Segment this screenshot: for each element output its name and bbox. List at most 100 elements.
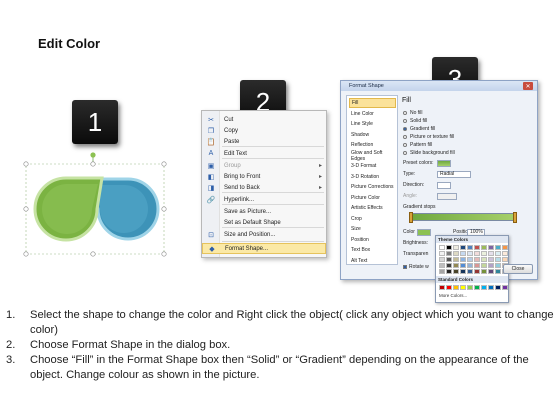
sidebar-item-line-style[interactable]: Line Style [349,119,396,129]
standard-color-swatch[interactable] [460,285,466,290]
theme-color-swatch[interactable] [460,263,466,268]
theme-color-swatch[interactable] [446,269,452,274]
theme-color-swatch[interactable] [495,257,501,262]
sidebar-item-glow-and-soft-edges[interactable]: Glow and Soft Edges [349,150,396,162]
close-icon[interactable]: ✕ [523,82,533,90]
sidebar-item-reflection[interactable]: Reflection [349,140,396,150]
theme-color-swatch[interactable] [467,245,473,250]
standard-color-swatch[interactable] [467,285,473,290]
sidebar-item-shadow[interactable]: Shadow [349,130,396,140]
gradient-stop-end[interactable] [513,212,517,223]
sidebar-item-text-box[interactable]: Text Box [349,245,396,255]
standard-color-swatch[interactable] [474,285,480,290]
menu-item-bring-to-front[interactable]: ◧ Bring to Front ▸ [202,171,326,182]
theme-color-swatch[interactable] [502,245,508,250]
sidebar-item-alt-text[interactable]: Alt Text [349,256,396,266]
theme-color-swatch[interactable] [467,263,473,268]
theme-color-swatch[interactable] [453,251,459,256]
gradient-slider[interactable] [409,212,517,223]
sidebar-item-line-color[interactable]: Line Color [349,109,396,119]
theme-color-swatch[interactable] [495,263,501,268]
theme-color-swatch[interactable] [446,263,452,268]
menu-item-group[interactable]: ▣ Group ▸ [202,160,326,171]
standard-color-swatch[interactable] [481,285,487,290]
theme-color-swatch[interactable] [453,257,459,262]
theme-color-swatch[interactable] [474,257,480,262]
theme-color-swatch[interactable] [488,257,494,262]
sidebar-item-picture-corrections[interactable]: Picture Corrections [349,182,396,192]
sidebar-item-3-d-rotation[interactable]: 3-D Rotation [349,172,396,182]
menu-item-format-shape[interactable]: ◆ Format Shape... [202,243,326,254]
menu-item-cut[interactable]: ✂ Cut [202,114,326,125]
theme-color-swatch[interactable] [439,251,445,256]
sidebar-item-3-d-format[interactable]: 3-D Format [349,161,396,171]
fill-option-solid-fill[interactable]: Solid fill [403,117,427,124]
sidebar-item-artistic-effects[interactable]: Artistic Effects [349,203,396,213]
theme-color-swatch[interactable] [474,251,480,256]
menu-item-edit-text[interactable]: A Edit Text [202,148,326,159]
rotate-handle[interactable] [90,152,96,158]
menu-item-send-to-back[interactable]: ◨ Send to Back ▸ [202,182,326,193]
direction-dropdown[interactable] [437,181,451,189]
theme-color-swatch[interactable] [467,269,473,274]
theme-color-swatch[interactable] [481,245,487,250]
menu-item-size-and-position[interactable]: ⊡ Size and Position... [202,229,326,240]
standard-color-swatch[interactable] [446,285,452,290]
more-colors-link[interactable]: More Colors... [436,292,508,299]
theme-color-swatch[interactable] [488,245,494,250]
theme-color-swatch[interactable] [474,245,480,250]
sidebar-item-size[interactable]: Size [349,224,396,234]
theme-color-swatch[interactable] [474,263,480,268]
menu-item-paste[interactable]: 📋 Paste [202,136,326,147]
theme-color-swatch[interactable] [460,269,466,274]
menu-item-hyperlink[interactable]: 🔗 Hyperlink... [202,194,326,205]
gradient-stop-start[interactable] [409,212,413,223]
theme-color-swatch[interactable] [439,245,445,250]
rotate-with-shape-checkbox[interactable]: Rotate w [403,263,429,271]
color-picker-button[interactable] [417,228,431,236]
fill-option-slide-background-fill[interactable]: Slide background fill [403,149,455,156]
standard-color-swatch[interactable] [502,285,508,290]
theme-color-swatch[interactable] [439,257,445,262]
sidebar-item-position[interactable]: Position [349,235,396,245]
angle-input[interactable] [437,192,457,200]
close-button[interactable]: Close [503,264,533,274]
menu-item-copy[interactable]: ❐ Copy [202,125,326,136]
theme-color-swatch[interactable] [460,245,466,250]
theme-color-swatch[interactable] [488,251,494,256]
theme-color-swatch[interactable] [502,257,508,262]
theme-color-swatch[interactable] [495,251,501,256]
theme-color-swatch[interactable] [495,269,501,274]
theme-color-swatch[interactable] [453,245,459,250]
theme-color-swatch[interactable] [460,257,466,262]
sidebar-item-crop[interactable]: Crop [349,214,396,224]
standard-color-swatch[interactable] [439,285,445,290]
theme-color-swatch[interactable] [481,263,487,268]
theme-color-swatch[interactable] [446,245,452,250]
standard-color-swatch[interactable] [488,285,494,290]
theme-color-swatch[interactable] [446,257,452,262]
sidebar-item-picture-color[interactable]: Picture Color [349,193,396,203]
sidebar-item-fill[interactable]: Fill [349,98,396,108]
menu-item-save-as-picture[interactable]: Save as Picture... [202,206,326,217]
theme-color-swatch[interactable] [439,269,445,274]
theme-color-swatch[interactable] [446,251,452,256]
theme-color-swatch[interactable] [467,257,473,262]
theme-color-swatch[interactable] [467,251,473,256]
theme-color-swatch[interactable] [488,269,494,274]
fill-option-no-fill[interactable]: No fill [403,109,423,116]
standard-color-swatch[interactable] [453,285,459,290]
theme-color-swatch[interactable] [502,251,508,256]
theme-color-swatch[interactable] [474,269,480,274]
fill-option-gradient-fill[interactable]: Gradient fill [403,125,435,132]
theme-color-swatch[interactable] [481,257,487,262]
type-select[interactable]: Radial [437,170,471,178]
standard-color-swatch[interactable] [495,285,501,290]
fill-option-pattern-fill[interactable]: Pattern fill [403,141,432,148]
theme-color-swatch[interactable] [488,263,494,268]
fill-option-picture-or-texture-fill[interactable]: Picture or texture fill [403,133,454,140]
theme-color-swatch[interactable] [453,269,459,274]
preset-colors-dropdown[interactable] [437,159,451,167]
theme-color-swatch[interactable] [439,263,445,268]
theme-color-swatch[interactable] [453,263,459,268]
